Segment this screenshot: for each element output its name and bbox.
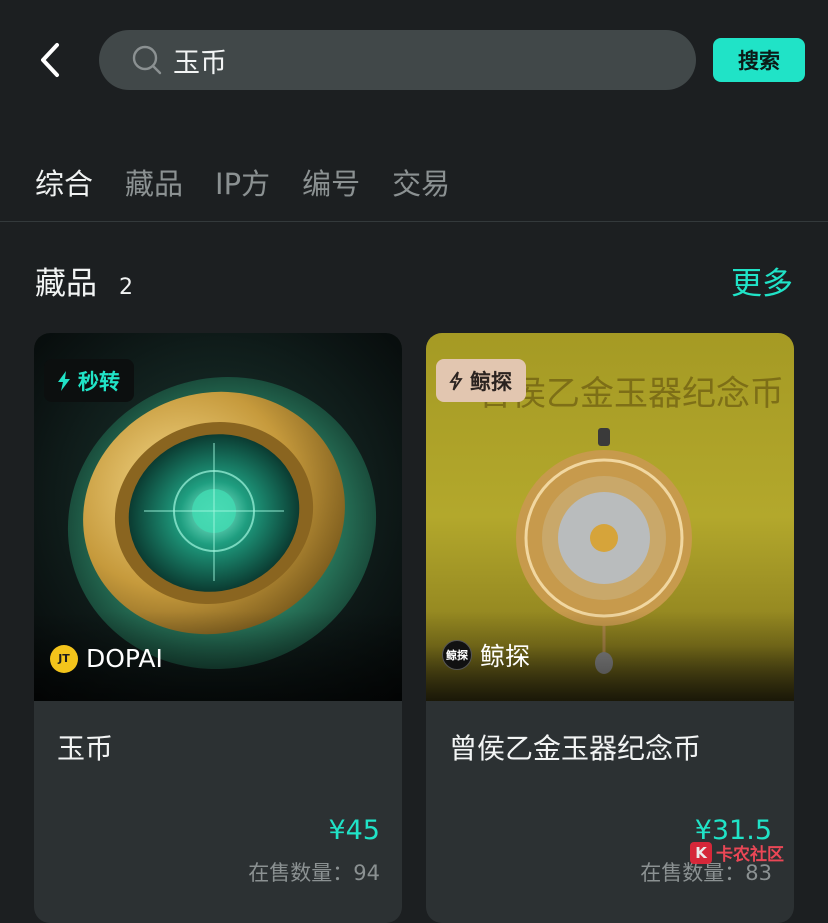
divider <box>0 221 828 222</box>
platform-badge: 鲸探 <box>436 359 526 402</box>
tab-trade[interactable]: 交易 <box>392 162 450 206</box>
watermark-logo: K <box>690 841 712 864</box>
issuer-logo: 鲸探 <box>442 640 472 670</box>
issuer: JT DOPAI <box>50 644 163 673</box>
more-link[interactable]: 更多 <box>731 258 793 303</box>
price: ¥45 <box>328 815 380 846</box>
chevron-left-icon <box>41 43 59 77</box>
issuer-logo: JT <box>50 644 78 673</box>
lightning-icon <box>58 370 70 391</box>
instant-transfer-badge: 秒转 <box>44 359 134 402</box>
collectible-card[interactable]: 曾侯乙金玉器纪念币 鲸探 鲸探 鲸探 曾侯乙金玉器纪念币 ¥31.5 在售数量：… <box>426 333 794 923</box>
watermark: K 卡农社区 <box>690 840 784 865</box>
coin-image: 曾侯乙金玉器纪念币 鲸探 鲸探 鲸探 <box>426 333 794 701</box>
issuer-name: DOPAI <box>86 644 163 673</box>
search-button[interactable]: 搜索 <box>713 38 805 82</box>
tab-bar: 综合 藏品 IP方 编号 交易 <box>35 162 482 206</box>
watermark-label: 卡农社区 <box>716 845 784 865</box>
section-title: 藏品 <box>35 266 97 302</box>
issuer: 鲸探 鲸探 <box>442 637 530 673</box>
stock-count: 在售数量：94 <box>248 861 380 885</box>
tab-all[interactable]: 综合 <box>35 162 93 206</box>
card-title: 曾侯乙金玉器纪念币 <box>449 732 702 765</box>
search-input[interactable] <box>173 44 653 76</box>
issuer-name: 鲸探 <box>480 642 531 671</box>
section-count: 2 <box>119 275 133 300</box>
back-button[interactable] <box>28 38 72 82</box>
collectible-card[interactable]: 秒转 JT DOPAI 玉币 ¥45 在售数量：94 <box>34 333 402 923</box>
card-title: 玉币 <box>57 732 114 765</box>
search-icon <box>132 45 162 75</box>
tab-ip[interactable]: IP方 <box>215 162 270 206</box>
lightning-outline-icon <box>449 370 463 391</box>
section-header: 藏品 2 <box>35 258 133 303</box>
coin-image: 秒转 JT DOPAI <box>34 333 402 701</box>
tab-collectibles[interactable]: 藏品 <box>125 162 183 206</box>
tab-number[interactable]: 编号 <box>302 162 360 206</box>
search-bar[interactable] <box>99 30 696 90</box>
